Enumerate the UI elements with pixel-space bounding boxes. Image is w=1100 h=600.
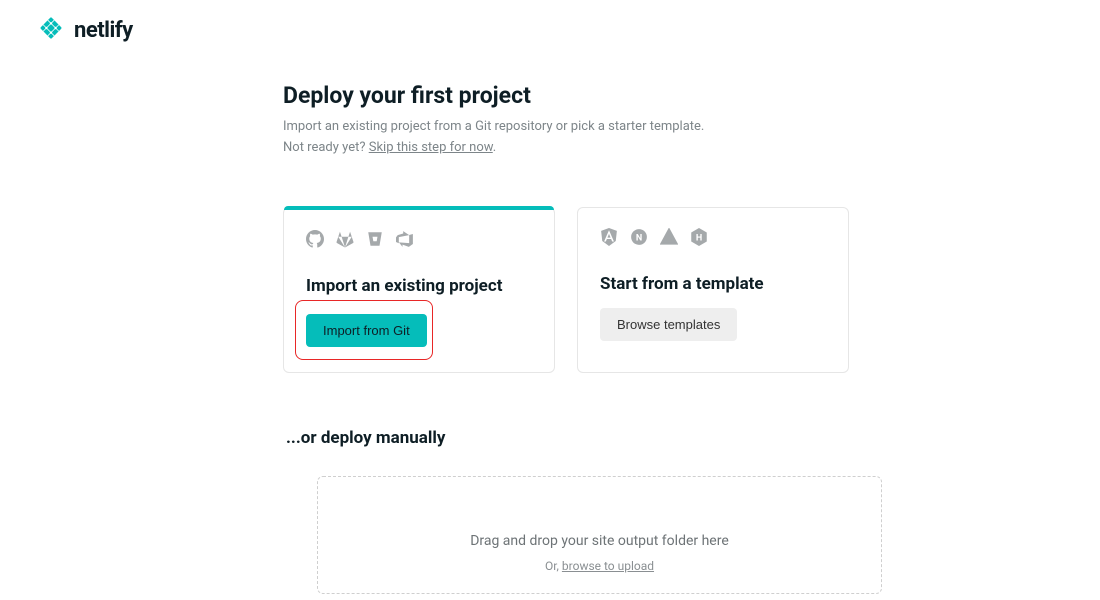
subtitle-line1: Import an existing project from a Git re… [283,119,704,134]
import-card-title: Import an existing project [306,276,532,296]
netlify-logo-text: netlify [74,18,133,43]
gatsby-icon [660,228,678,250]
azure-devops-icon [396,230,414,252]
dropzone-main-text: Drag and drop your site output folder he… [338,533,861,549]
page-title: Deploy your first project [283,82,850,109]
deploy-manually-title: ...or deploy manually [286,428,850,448]
hugo-icon: H [690,228,708,250]
template-card-title: Start from a template [600,274,826,294]
svg-text:H: H [696,233,702,243]
page-subtitle: Import an existing project from a Git re… [283,117,850,159]
svg-text:N: N [636,233,642,243]
dropzone-sub-text: Or, browse to upload [338,559,861,573]
nuxt-icon: N [630,228,648,250]
subtitle-suffix: . [493,140,496,155]
manual-deploy-dropzone[interactable]: Drag and drop your site output folder he… [317,476,882,594]
angular-icon [600,228,618,250]
skip-step-link[interactable]: Skip this step for now [369,140,493,155]
subtitle-line2-prefix: Not ready yet? [283,140,369,155]
browse-templates-button[interactable]: Browse templates [600,308,737,341]
card-accent-bar [284,206,554,210]
deploy-options-row: Import an existing project Import from G… [283,207,850,373]
header: netlify [0,0,1100,60]
import-from-git-button[interactable]: Import from Git [306,314,427,347]
bitbucket-icon [366,230,384,252]
start-from-template-card: N H Start from a template Browse templat… [577,207,849,373]
import-project-card: Import an existing project Import from G… [283,207,555,373]
gitlab-icon [336,230,354,252]
browse-to-upload-link[interactable]: browse to upload [562,559,654,573]
git-provider-icons [306,230,532,252]
dropzone-prefix: Or, [545,559,562,573]
framework-icons: N H [600,228,826,250]
github-icon [306,230,324,252]
netlify-logo-icon [38,15,64,45]
